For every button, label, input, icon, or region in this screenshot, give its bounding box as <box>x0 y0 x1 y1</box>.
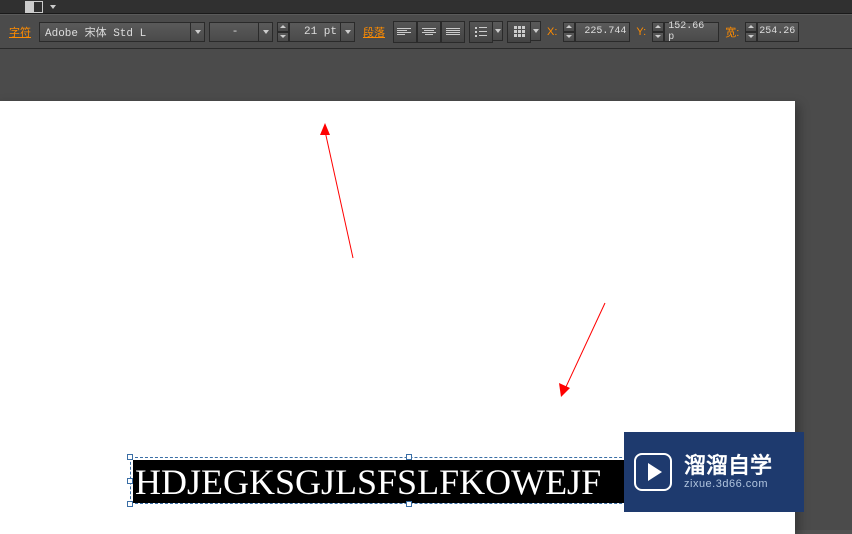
list-dropdown-arrow[interactable] <box>493 21 503 41</box>
dropdown-arrow-icon[interactable] <box>50 5 56 9</box>
font-family-dropdown[interactable]: Adobe 宋体 Std L <box>39 22 191 42</box>
handle-bottom-left[interactable] <box>127 501 133 507</box>
w-spinner[interactable] <box>745 22 757 42</box>
y-input[interactable]: 152.66 p <box>664 22 719 42</box>
selected-text[interactable]: HDJEGKSGJLSFSLFKOWEJF <box>133 460 686 503</box>
handle-bottom-middle[interactable] <box>406 501 412 507</box>
x-spinner[interactable] <box>563 22 575 42</box>
x-label: X: <box>545 26 559 38</box>
grid-icon-button[interactable] <box>507 21 531 43</box>
alignment-buttons <box>393 21 465 43</box>
align-justify-button[interactable] <box>441 21 465 43</box>
y-spinner[interactable] <box>652 22 664 42</box>
font-style-dropdown[interactable]: - <box>209 22 259 42</box>
watermark-title: 溜溜自学 <box>684 454 772 478</box>
align-left-button[interactable] <box>393 21 417 43</box>
font-family-dropdown-arrow[interactable] <box>191 22 205 42</box>
watermark-badge: 溜溜自学 zixue.3d66.com <box>624 432 804 512</box>
y-label: Y: <box>634 26 648 38</box>
handle-top-middle[interactable] <box>406 454 412 460</box>
font-size-spinner[interactable] <box>277 22 289 42</box>
x-input[interactable]: 225.744 <box>575 22 630 42</box>
annotation-arrow-2 <box>555 301 610 401</box>
text-frame[interactable]: HDJEGKSGJLSFSLFKOWEJF <box>130 457 687 504</box>
font-size-dropdown-arrow[interactable] <box>341 22 355 42</box>
menu-bar <box>0 0 852 14</box>
list-icon-button[interactable] <box>469 21 493 43</box>
character-label[interactable]: 字符 <box>5 24 35 40</box>
paragraph-label[interactable]: 段落 <box>359 24 389 40</box>
grid-dropdown-arrow[interactable] <box>531 21 541 41</box>
layout-view-icon[interactable] <box>25 1 43 13</box>
watermark-url: zixue.3d66.com <box>684 478 772 490</box>
font-style-dropdown-arrow[interactable] <box>259 22 273 42</box>
handle-middle-left[interactable] <box>127 478 133 484</box>
canvas-area: HDJEGKSGJLSFSLFKOWEJF 溜溜自学 zixue.3d66.co… <box>0 49 852 530</box>
play-icon <box>634 453 672 491</box>
font-size-input[interactable]: 21 pt <box>289 22 341 42</box>
w-input[interactable]: 254.26 <box>757 22 799 42</box>
handle-top-left[interactable] <box>127 454 133 460</box>
w-label: 宽: <box>723 24 741 40</box>
control-toolbar: 字符 Adobe 宋体 Std L - 21 pt 段落 <box>0 14 852 49</box>
annotation-arrow-1 <box>315 123 365 263</box>
align-center-button[interactable] <box>417 21 441 43</box>
